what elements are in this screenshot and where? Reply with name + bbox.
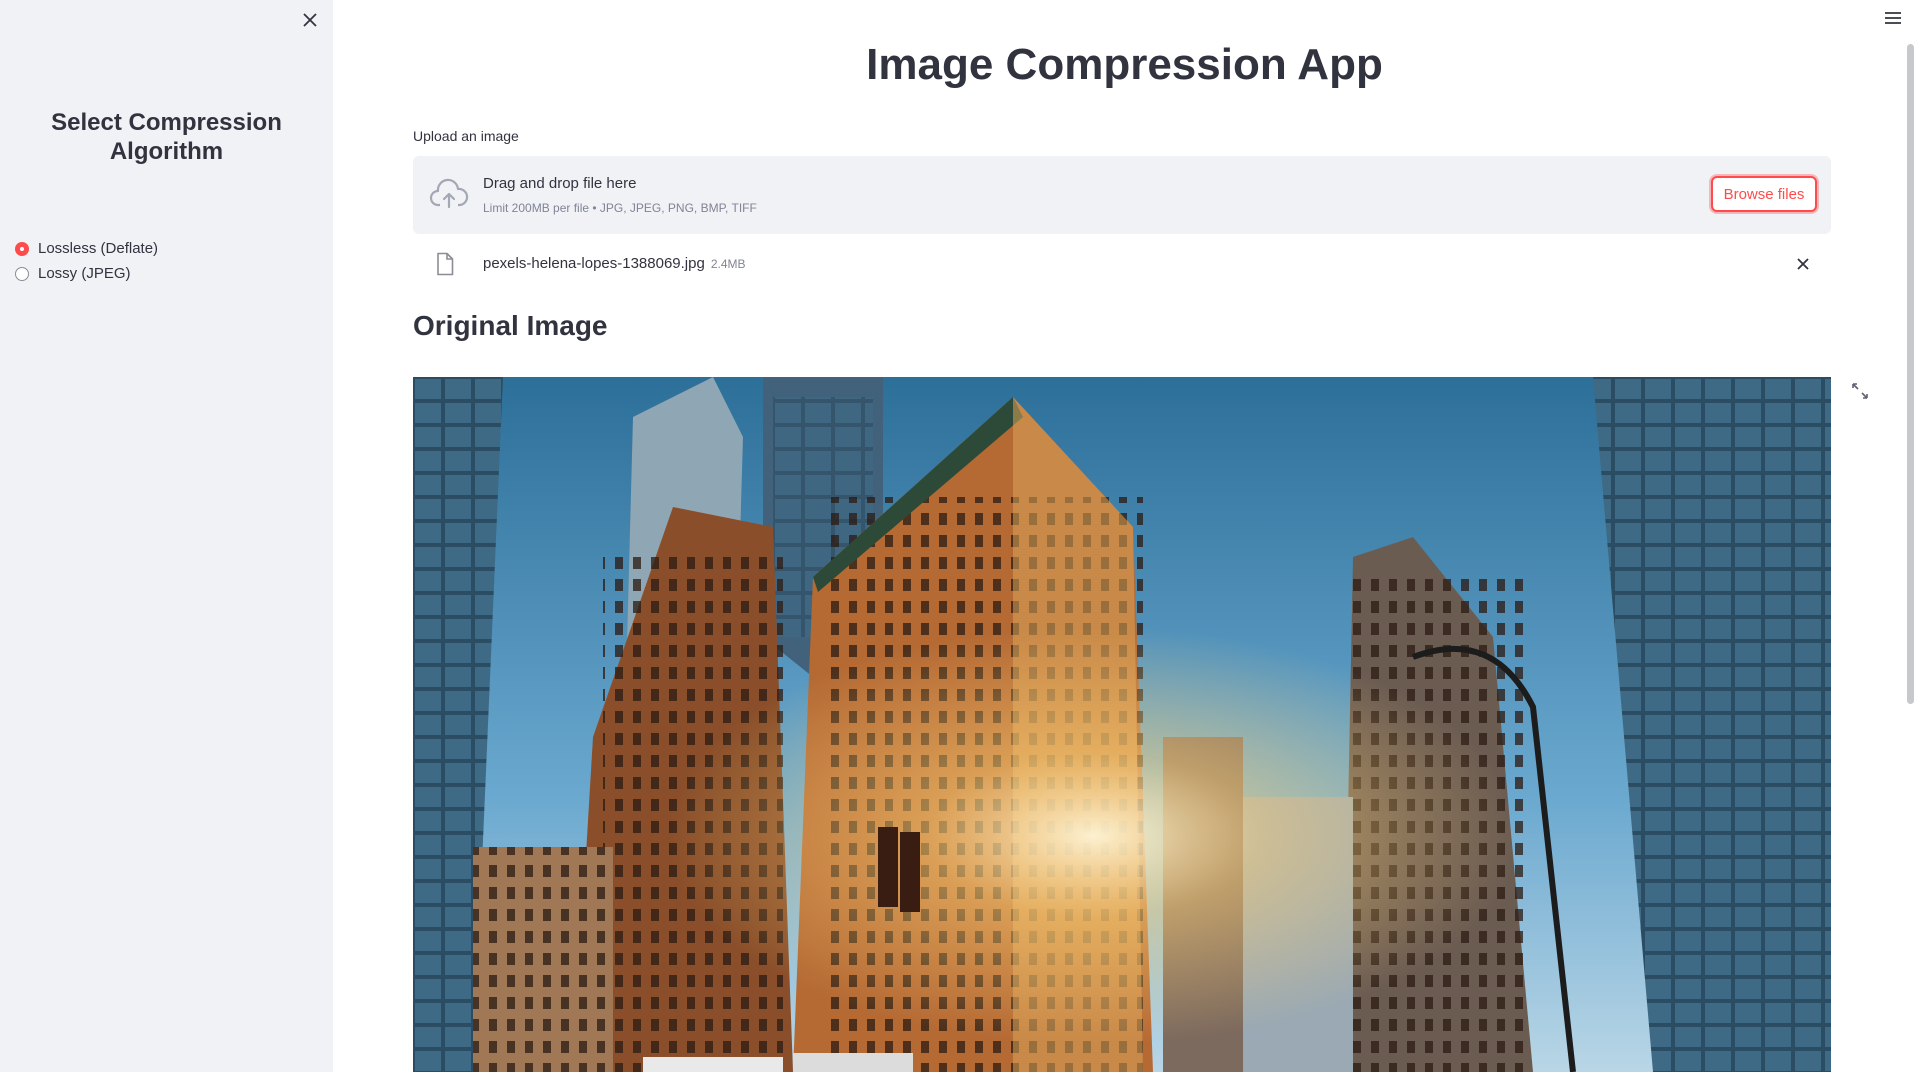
radio-selected-icon[interactable] bbox=[15, 241, 29, 256]
sidebar: Select Compression Algorithm Lossless (D… bbox=[0, 0, 333, 1072]
dropzone-instructions: Drag and drop file here bbox=[483, 175, 637, 192]
close-icon[interactable] bbox=[298, 8, 322, 32]
dropzone-limit-text: Limit 200MB per file • JPG, JPEG, PNG, B… bbox=[483, 201, 757, 215]
file-size: 2.4MB bbox=[710, 257, 746, 271]
file-dropzone[interactable]: Drag and drop file here Limit 200MB per … bbox=[413, 156, 1831, 234]
file-icon bbox=[435, 252, 455, 276]
hamburger-menu-icon[interactable] bbox=[1882, 8, 1904, 28]
main-content: Image Compression App Upload an image Dr… bbox=[333, 0, 1916, 1072]
app-root: Select Compression Algorithm Lossless (D… bbox=[0, 0, 1916, 1072]
file-name: pexels-helena-lopes-1388069.jpg bbox=[483, 255, 705, 272]
section-title: Original Image bbox=[413, 310, 608, 341]
uploaded-file-row: pexels-helena-lopes-1388069.jpg 2.4MB bbox=[413, 246, 1831, 282]
page-title: Image Compression App bbox=[866, 40, 1383, 89]
algorithm-radio-group: Lossless (Deflate) Lossy (JPEG) bbox=[15, 236, 158, 286]
sidebar-title: Select Compression Algorithm bbox=[51, 109, 282, 165]
radio-option-lossless[interactable]: Lossless (Deflate) bbox=[15, 236, 158, 261]
scrollbar[interactable] bbox=[1907, 44, 1914, 704]
cloud-upload-icon bbox=[429, 178, 469, 212]
browse-files-button[interactable]: Browse files bbox=[1711, 176, 1817, 212]
fullscreen-icon[interactable] bbox=[1851, 382, 1869, 400]
radio-label: Lossy (JPEG) bbox=[38, 265, 131, 282]
radio-unselected-icon[interactable] bbox=[15, 266, 29, 281]
remove-icon[interactable] bbox=[1793, 254, 1813, 274]
uploader-label: Upload an image bbox=[413, 128, 519, 144]
radio-label: Lossless (Deflate) bbox=[38, 240, 159, 257]
original-image bbox=[413, 377, 1831, 1072]
radio-option-lossy[interactable]: Lossy (JPEG) bbox=[15, 261, 158, 286]
file-name-container: pexels-helena-lopes-1388069.jpg 2.4MB bbox=[483, 255, 746, 272]
